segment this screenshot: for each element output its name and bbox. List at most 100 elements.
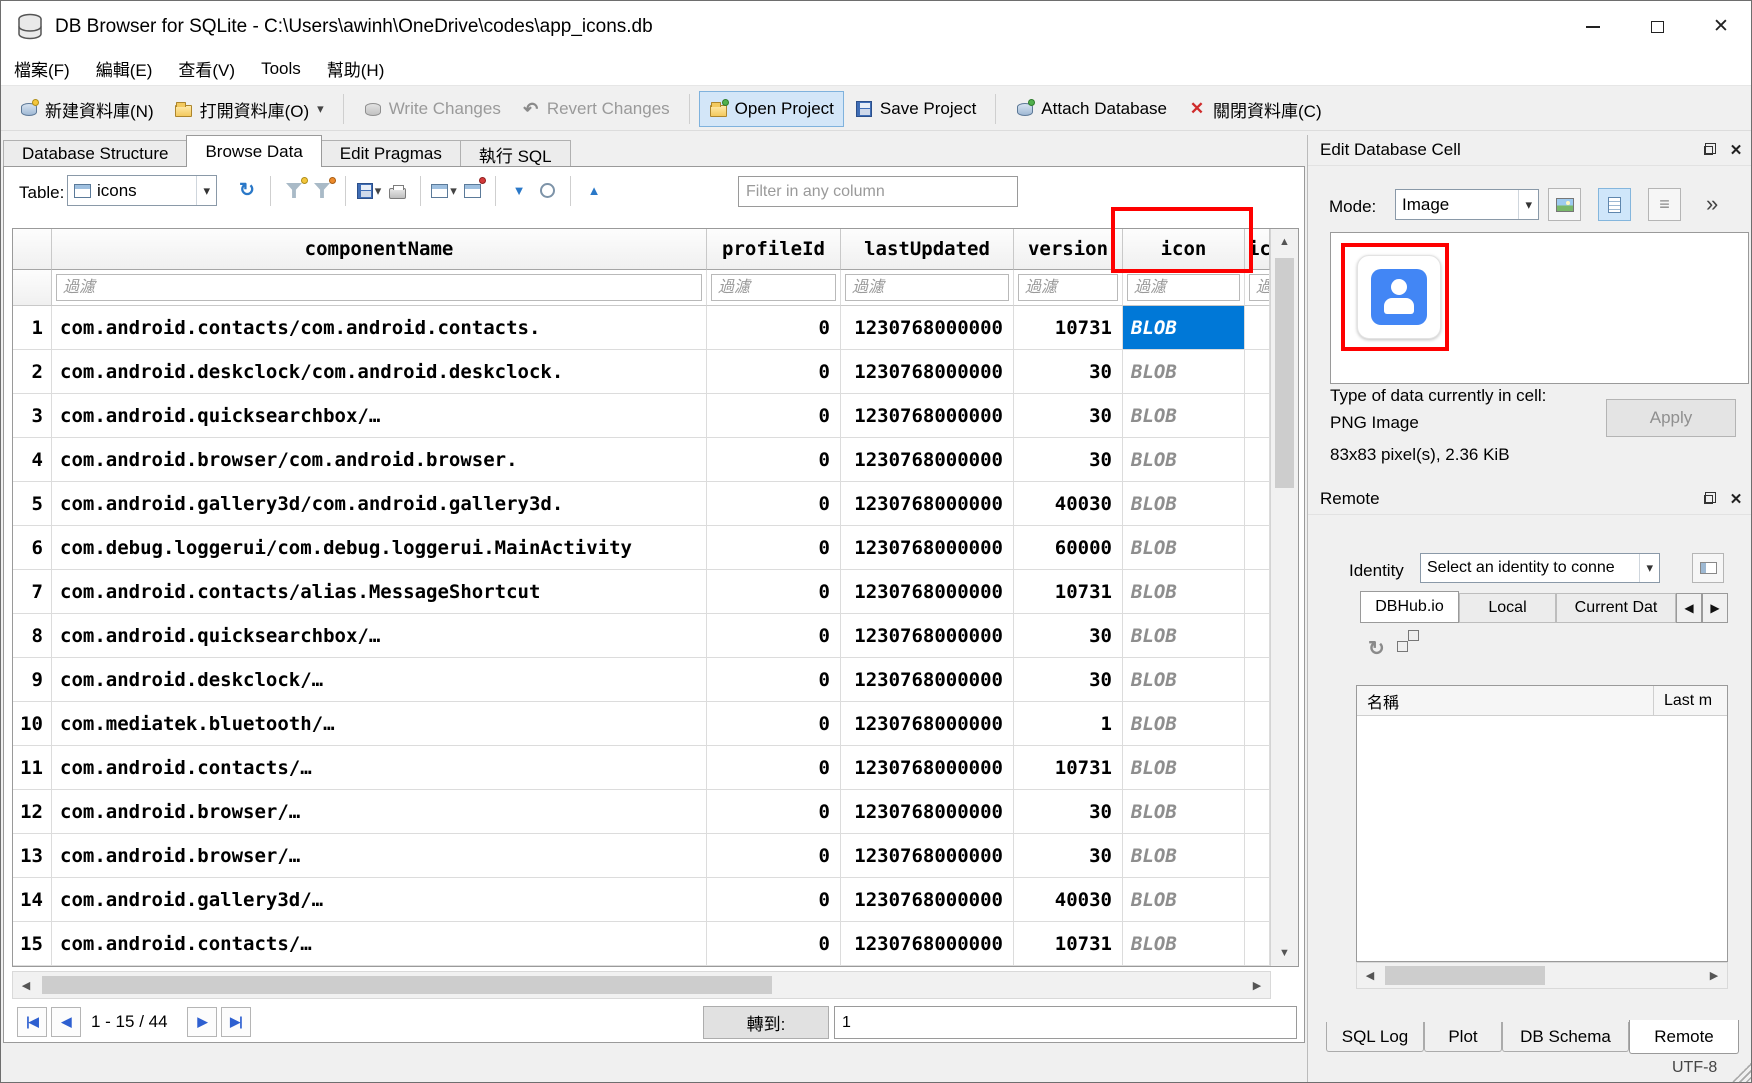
- lastUpdated-cell[interactable]: 1230768000000: [841, 790, 1014, 834]
- icon-blob-cell[interactable]: BLOB: [1123, 658, 1245, 702]
- remote-last-modified-header[interactable]: Last m: [1654, 686, 1727, 716]
- profileId-cell[interactable]: 0: [707, 790, 841, 834]
- row-number-cell[interactable]: 9: [13, 658, 52, 702]
- lastUpdated-cell[interactable]: 1230768000000: [841, 746, 1014, 790]
- resize-grip[interactable]: [1732, 1063, 1751, 1082]
- dock-tab-remote[interactable]: Remote: [1629, 1020, 1739, 1054]
- version-cell[interactable]: 30: [1014, 790, 1123, 834]
- global-filter-input[interactable]: [738, 176, 1018, 207]
- remote-refresh-button[interactable]: ↻: [1368, 636, 1385, 661]
- icon-blob-cell[interactable]: BLOB: [1123, 922, 1245, 966]
- profileId-cell[interactable]: 0: [707, 526, 841, 570]
- scroll-right-icon[interactable]: ▶: [1701, 963, 1727, 988]
- sort-ascending-button[interactable]: ▼: [505, 177, 533, 205]
- horizontal-scrollbar-thumb[interactable]: [42, 976, 772, 994]
- remote-name-header[interactable]: 名稱: [1357, 686, 1654, 716]
- icon-blob-cell[interactable]: BLOB: [1123, 834, 1245, 878]
- lastUpdated-cell[interactable]: 1230768000000: [841, 834, 1014, 878]
- save-project-button[interactable]: Save Project: [844, 91, 986, 127]
- horizontal-scrollbar-thumb[interactable]: [1385, 966, 1545, 985]
- menu-tools[interactable]: Tools: [248, 52, 314, 85]
- column-header-version[interactable]: version: [1014, 229, 1123, 270]
- componentName-cell[interactable]: com.android.quicksearchbox/…: [52, 394, 707, 438]
- partial-cell[interactable]: [1245, 834, 1270, 878]
- version-cell[interactable]: 30: [1014, 658, 1123, 702]
- clear-all-filters-button[interactable]: [280, 177, 308, 205]
- grid-horizontal-scrollbar[interactable]: ◀ ▶: [12, 971, 1271, 999]
- previous-page-button[interactable]: ◀: [51, 1007, 81, 1037]
- float-panel-button[interactable]: [1699, 490, 1717, 508]
- column-header-profileId[interactable]: profileId: [707, 229, 841, 270]
- profileId-cell[interactable]: 0: [707, 394, 841, 438]
- partial-cell[interactable]: [1245, 438, 1270, 482]
- row-number-cell[interactable]: 11: [13, 746, 52, 790]
- menu-view[interactable]: 查看(V): [165, 52, 248, 85]
- version-cell[interactable]: 60000: [1014, 526, 1123, 570]
- mode-selector[interactable]: Image ▾: [1395, 189, 1539, 220]
- delete-record-button[interactable]: [458, 177, 486, 205]
- icon-blob-cell[interactable]: BLOB: [1123, 526, 1245, 570]
- scroll-right-icon[interactable]: ▶: [1244, 972, 1270, 998]
- profileId-cell[interactable]: 0: [707, 350, 841, 394]
- last-page-button[interactable]: ▶|: [221, 1007, 251, 1037]
- profileId-cell[interactable]: 0: [707, 746, 841, 790]
- write-changes-button[interactable]: Write Changes: [353, 91, 511, 127]
- lastUpdated-cell[interactable]: 1230768000000: [841, 394, 1014, 438]
- word-wrap-button[interactable]: ≡: [1648, 188, 1681, 221]
- icon-blob-cell[interactable]: BLOB: [1123, 306, 1245, 350]
- componentName-cell[interactable]: com.android.browser/…: [52, 790, 707, 834]
- icon-blob-cell[interactable]: BLOB: [1123, 482, 1245, 526]
- componentName-cell[interactable]: com.debug.loggerui/com.debug.loggerui.Ma…: [52, 526, 707, 570]
- tab-execute-sql[interactable]: 執行 SQL: [460, 140, 571, 167]
- vertical-scrollbar-thumb[interactable]: [1275, 258, 1294, 488]
- componentName-cell[interactable]: com.android.deskclock/com.android.deskcl…: [52, 350, 707, 394]
- attach-database-button[interactable]: Attach Database: [1005, 91, 1177, 127]
- icon-blob-cell[interactable]: BLOB: [1123, 614, 1245, 658]
- partial-cell[interactable]: [1245, 878, 1270, 922]
- tab-scroll-left-button[interactable]: ◀: [1676, 593, 1702, 623]
- minimize-button[interactable]: [1561, 1, 1625, 52]
- dock-tab-plot[interactable]: Plot: [1424, 1022, 1502, 1052]
- lastUpdated-cell[interactable]: 1230768000000: [841, 438, 1014, 482]
- componentName-cell[interactable]: com.mediatek.bluetooth/…: [52, 702, 707, 746]
- apply-button[interactable]: Apply: [1606, 399, 1736, 437]
- profileId-cell[interactable]: 0: [707, 570, 841, 614]
- profileId-cell[interactable]: 0: [707, 306, 841, 350]
- componentName-cell[interactable]: com.android.contacts/…: [52, 922, 707, 966]
- componentName-cell[interactable]: com.android.gallery3d/…: [52, 878, 707, 922]
- partial-cell[interactable]: [1245, 658, 1270, 702]
- lastUpdated-cell[interactable]: 1230768000000: [841, 526, 1014, 570]
- refresh-table-button[interactable]: ↻: [233, 177, 261, 205]
- partial-cell[interactable]: [1245, 350, 1270, 394]
- menu-edit[interactable]: 編輯(E): [83, 52, 166, 85]
- sort-az-button[interactable]: ▲: [580, 177, 608, 205]
- remote-tab-local[interactable]: Local: [1459, 593, 1556, 623]
- row-number-cell[interactable]: 6: [13, 526, 52, 570]
- float-panel-button[interactable]: [1699, 141, 1717, 159]
- column-header-componentName[interactable]: componentName: [52, 229, 707, 270]
- close-panel-button[interactable]: ✕: [1727, 141, 1745, 159]
- tab-database-structure[interactable]: Database Structure: [3, 140, 187, 167]
- filter-input-icon[interactable]: [1127, 274, 1240, 301]
- open-database-button[interactable]: 打開資料庫(O) ▾: [164, 91, 334, 127]
- version-cell[interactable]: 40030: [1014, 878, 1123, 922]
- partial-cell[interactable]: [1245, 526, 1270, 570]
- profileId-cell[interactable]: 0: [707, 614, 841, 658]
- profileId-cell[interactable]: 0: [707, 702, 841, 746]
- partial-cell[interactable]: [1245, 482, 1270, 526]
- table-selector[interactable]: icons ▾: [67, 175, 217, 206]
- menu-help[interactable]: 幫助(H): [314, 52, 398, 85]
- row-number-cell[interactable]: 2: [13, 350, 52, 394]
- profileId-cell[interactable]: 0: [707, 922, 841, 966]
- grid-vertical-scrollbar[interactable]: ▲ ▼: [1270, 229, 1298, 966]
- lastUpdated-cell[interactable]: 1230768000000: [841, 570, 1014, 614]
- componentName-cell[interactable]: com.android.contacts/com.android.contact…: [52, 306, 707, 350]
- componentName-cell[interactable]: com.android.contacts/…: [52, 746, 707, 790]
- next-page-button[interactable]: ▶: [187, 1007, 217, 1037]
- row-number-cell[interactable]: 10: [13, 702, 52, 746]
- menu-file[interactable]: 檔案(F): [1, 52, 83, 85]
- version-cell[interactable]: 30: [1014, 394, 1123, 438]
- partial-cell[interactable]: [1245, 394, 1270, 438]
- first-page-button[interactable]: |◀: [17, 1007, 47, 1037]
- row-number-header[interactable]: [13, 229, 52, 270]
